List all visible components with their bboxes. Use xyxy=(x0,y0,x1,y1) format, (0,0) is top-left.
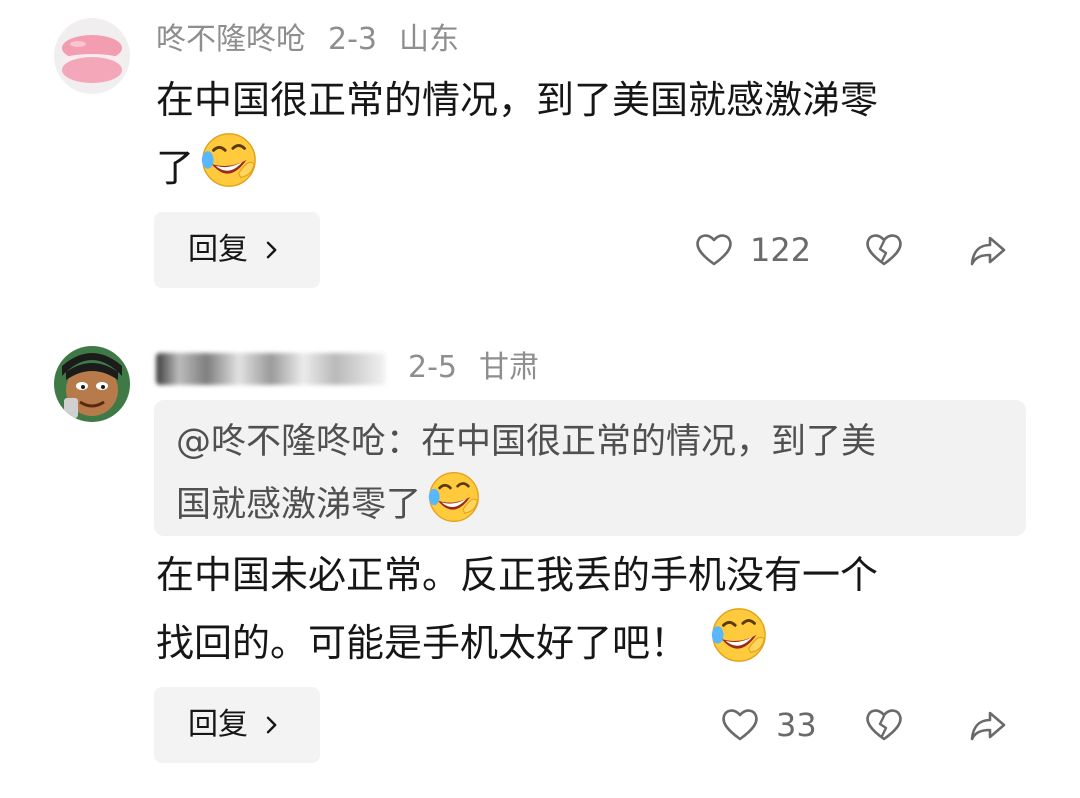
heart-outline-icon[interactable] xyxy=(694,230,734,270)
username-blurred[interactable] xyxy=(156,352,386,385)
comment-text-fragment: 了 xyxy=(156,146,195,190)
reply-label: 回复 xyxy=(188,232,248,267)
comment-location: 山东 xyxy=(399,22,459,57)
laughing-tears-emoji-icon xyxy=(710,606,768,664)
comment-location: 甘肃 xyxy=(479,350,539,385)
chevron-right-icon xyxy=(264,714,280,736)
comment-date: 2-3 xyxy=(328,22,377,57)
username[interactable]: 咚不隆咚呛 xyxy=(156,22,306,57)
avatar[interactable] xyxy=(54,346,130,422)
quoted-comment[interactable]: @咚不隆咚呛：在中国很正常的情况，到了美 国就感激涕零了 xyxy=(154,400,1026,536)
like-count: 33 xyxy=(776,706,817,744)
comment-meta: 咚不隆咚呛 2-3 山东 xyxy=(156,20,459,60)
quoted-text-line: @咚不隆咚呛：在中国很正常的情况，到了美 xyxy=(176,422,877,462)
comment-text-line: 在中国未必正常。反正我丢的手机没有一个 xyxy=(156,553,879,597)
comment-date: 2-5 xyxy=(408,350,457,385)
reply-button[interactable]: 回复 xyxy=(154,687,320,763)
broken-heart-icon[interactable] xyxy=(864,705,904,745)
comment-text-line: 找回的。可能是手机太好了吧！ xyxy=(156,606,1036,674)
comment-meta: 2-5 甘肃 xyxy=(156,348,539,388)
share-arrow-icon[interactable] xyxy=(968,705,1008,745)
comment-actions: 122 xyxy=(694,230,1024,270)
comment-text-fragment: 找回的。可能是手机太好了吧！ xyxy=(156,621,689,665)
chevron-right-icon xyxy=(264,239,280,261)
comment-actions: 33 xyxy=(720,705,1024,745)
comment-text-line: 了 xyxy=(156,131,1036,199)
quoted-text-line: 国就感激涕零了 xyxy=(176,470,1004,533)
quoted-text-fragment: 国就感激涕零了 xyxy=(176,485,422,525)
reply-label: 回复 xyxy=(188,707,248,742)
reply-button[interactable]: 回复 xyxy=(154,212,320,288)
comment-text: 在中国很正常的情况，到了美国就感激涕零 了 xyxy=(156,70,1036,199)
like-count: 122 xyxy=(750,231,812,269)
heart-outline-icon[interactable] xyxy=(720,705,760,745)
avatar[interactable] xyxy=(54,18,130,94)
comment-text: 在中国未必正常。反正我丢的手机没有一个 找回的。可能是手机太好了吧！ xyxy=(156,545,1036,674)
comment-text-line: 在中国很正常的情况，到了美国就感激涕零 xyxy=(156,78,879,122)
laughing-tears-emoji-icon xyxy=(427,470,481,524)
broken-heart-icon[interactable] xyxy=(864,230,904,270)
share-arrow-icon[interactable] xyxy=(968,230,1008,270)
laughing-tears-emoji-icon xyxy=(200,131,258,189)
